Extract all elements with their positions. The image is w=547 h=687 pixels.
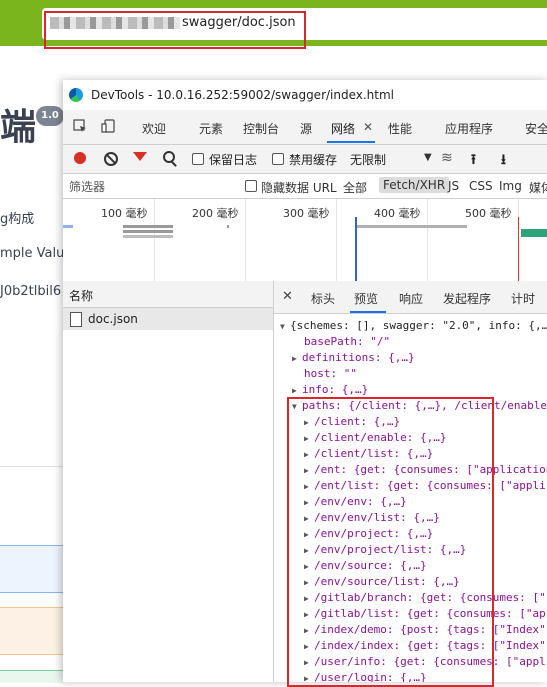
request-row[interactable]: doc.json: [63, 308, 273, 330]
timeline-bar: [123, 230, 173, 233]
network-conditions-icon[interactable]: ≋: [441, 150, 453, 166]
hide-data-urls-checkbox[interactable]: [245, 180, 257, 192]
collapsed-arrow-icon: ▶: [292, 354, 297, 363]
request-list-header: 名称: [63, 281, 273, 308]
description-line: mple Valu: [0, 246, 65, 261]
clear-icon[interactable]: [104, 152, 118, 166]
record-icon[interactable]: [74, 152, 86, 164]
column-header-name[interactable]: 名称: [69, 287, 93, 304]
filter-type-img[interactable]: Img: [499, 179, 522, 193]
tab-security[interactable]: 安全: [525, 120, 547, 137]
network-toolbar: 保留日志 禁用缓存 无限制 ▼ ≋ ⭱ ⭳: [63, 145, 547, 174]
json-row-basepath: basePath: "/": [304, 335, 391, 348]
tab-response[interactable]: 响应: [399, 290, 423, 307]
network-timeline-overview[interactable]: 100 毫秒 200 毫秒 300 毫秒 400 毫秒 500 毫秒: [63, 199, 547, 282]
tab-application[interactable]: 应用程序: [445, 120, 493, 137]
filter-type-media[interactable]: 媒体: [529, 179, 547, 196]
description-line: J0b2tlbil6: [0, 284, 62, 299]
dom-content-loaded-marker: [355, 217, 357, 281]
inspect-element-icon[interactable]: [73, 119, 87, 133]
tab-network-close-icon[interactable]: ✕: [363, 120, 373, 134]
version-badge: 1.0: [36, 106, 64, 126]
dropdown-arrow-icon[interactable]: ▼: [424, 152, 432, 163]
request-list: 名称 doc.json: [63, 281, 274, 682]
close-icon[interactable]: ✕: [282, 289, 293, 304]
timeline-bar: [355, 225, 467, 228]
timeline-bar: [227, 225, 229, 228]
devtools-tab-strip: 欢迎 元素 控制台 源 网络 ✕ 性能 应用程序 安全: [63, 110, 547, 145]
import-har-icon[interactable]: ⭱: [471, 149, 476, 173]
expanded-arrow-icon: ▼: [280, 322, 285, 331]
search-icon[interactable]: [163, 151, 175, 163]
tab-timing[interactable]: 计时: [511, 290, 535, 307]
tab-initiator[interactable]: 发起程序: [443, 290, 491, 307]
disable-cache-checkbox[interactable]: [272, 153, 284, 165]
filter-type-all[interactable]: 全部: [343, 179, 367, 196]
timeline-gridline: [427, 199, 428, 281]
collapsed-arrow-icon: ▶: [292, 386, 297, 395]
paths-highlight-box: [287, 397, 494, 687]
json-row-info[interactable]: ▶ info: {,…}: [292, 383, 368, 396]
timeline-label: 100 毫秒: [101, 207, 148, 220]
active-tab-indicator: [327, 141, 375, 143]
hide-data-urls-label: 隐藏数据 URL: [261, 181, 337, 195]
load-event-marker: [518, 217, 519, 281]
tab-elements[interactable]: 元素: [199, 120, 223, 137]
timeline-bar: [123, 225, 173, 228]
timeline-label: 500 毫秒: [465, 207, 512, 220]
request-list-empty-area: [63, 330, 273, 682]
address-highlight-box: [44, 11, 306, 49]
edge-browser-icon: [69, 88, 83, 102]
detail-tab-strip: ✕ 标头 预览 响应 发起程序 计时: [274, 281, 547, 314]
export-har-icon[interactable]: ⭳: [501, 149, 506, 173]
timeline-gridline: [336, 199, 337, 281]
tab-welcome[interactable]: 欢迎: [142, 120, 166, 137]
operation-block-post[interactable]: [0, 607, 64, 655]
tab-sources[interactable]: 源: [300, 120, 312, 137]
timeline-label: 400 毫秒: [374, 207, 421, 220]
devtools-titlebar: DevTools - 10.0.16.252:59002/swagger/ind…: [63, 80, 547, 111]
request-name: doc.json: [88, 312, 138, 326]
filter-icon[interactable]: [133, 152, 147, 161]
divider: [0, 466, 64, 467]
preserve-log-label: 保留日志: [209, 153, 258, 167]
timeline-label: 300 毫秒: [283, 207, 330, 220]
timeline-gridline: [154, 199, 155, 281]
filter-input[interactable]: 筛选器: [69, 178, 105, 195]
timeline-bar: [123, 235, 173, 238]
filter-type-css[interactable]: CSS: [469, 179, 493, 193]
json-row-host: host: "": [304, 367, 357, 380]
timeline-gridline: [245, 199, 246, 281]
page-title-fragment: 端: [0, 107, 37, 148]
tab-performance[interactable]: 性能: [388, 120, 412, 137]
timeline-bar-active: [521, 229, 547, 237]
disable-cache-label: 禁用缓存: [289, 153, 338, 167]
tab-preview[interactable]: 预览: [354, 290, 378, 307]
active-tab-indicator: [350, 311, 386, 313]
tab-headers[interactable]: 标头: [311, 290, 335, 307]
operation-block-put[interactable]: [0, 670, 64, 683]
filter-type-js[interactable]: JS: [448, 179, 459, 193]
preserve-log-checkbox[interactable]: [192, 153, 204, 165]
devtools-title: DevTools - 10.0.16.252:59002/swagger/ind…: [91, 88, 395, 102]
filter-bar: 筛选器 隐藏数据 URL 全部 Fetch/XHR JS CSS Img 媒体: [63, 174, 547, 199]
device-toolbar-icon[interactable]: [101, 119, 115, 133]
filter-type-fetch-xhr[interactable]: Fetch/XHR: [379, 177, 450, 193]
operation-block-get[interactable]: [0, 545, 64, 593]
json-row-definitions[interactable]: ▶ definitions: {,…}: [292, 351, 415, 364]
timeline-label: 200 毫秒: [192, 207, 239, 220]
tab-network[interactable]: 网络: [331, 120, 355, 137]
json-root-row[interactable]: ▼ {schemes: [], swagger: "2.0", info: {,……: [280, 319, 547, 332]
throttle-select[interactable]: 无限制: [350, 151, 386, 168]
timeline-bar: [63, 225, 73, 228]
tab-console[interactable]: 控制台: [243, 120, 279, 137]
document-icon: [70, 312, 82, 327]
description-line: g构成: [0, 212, 35, 227]
